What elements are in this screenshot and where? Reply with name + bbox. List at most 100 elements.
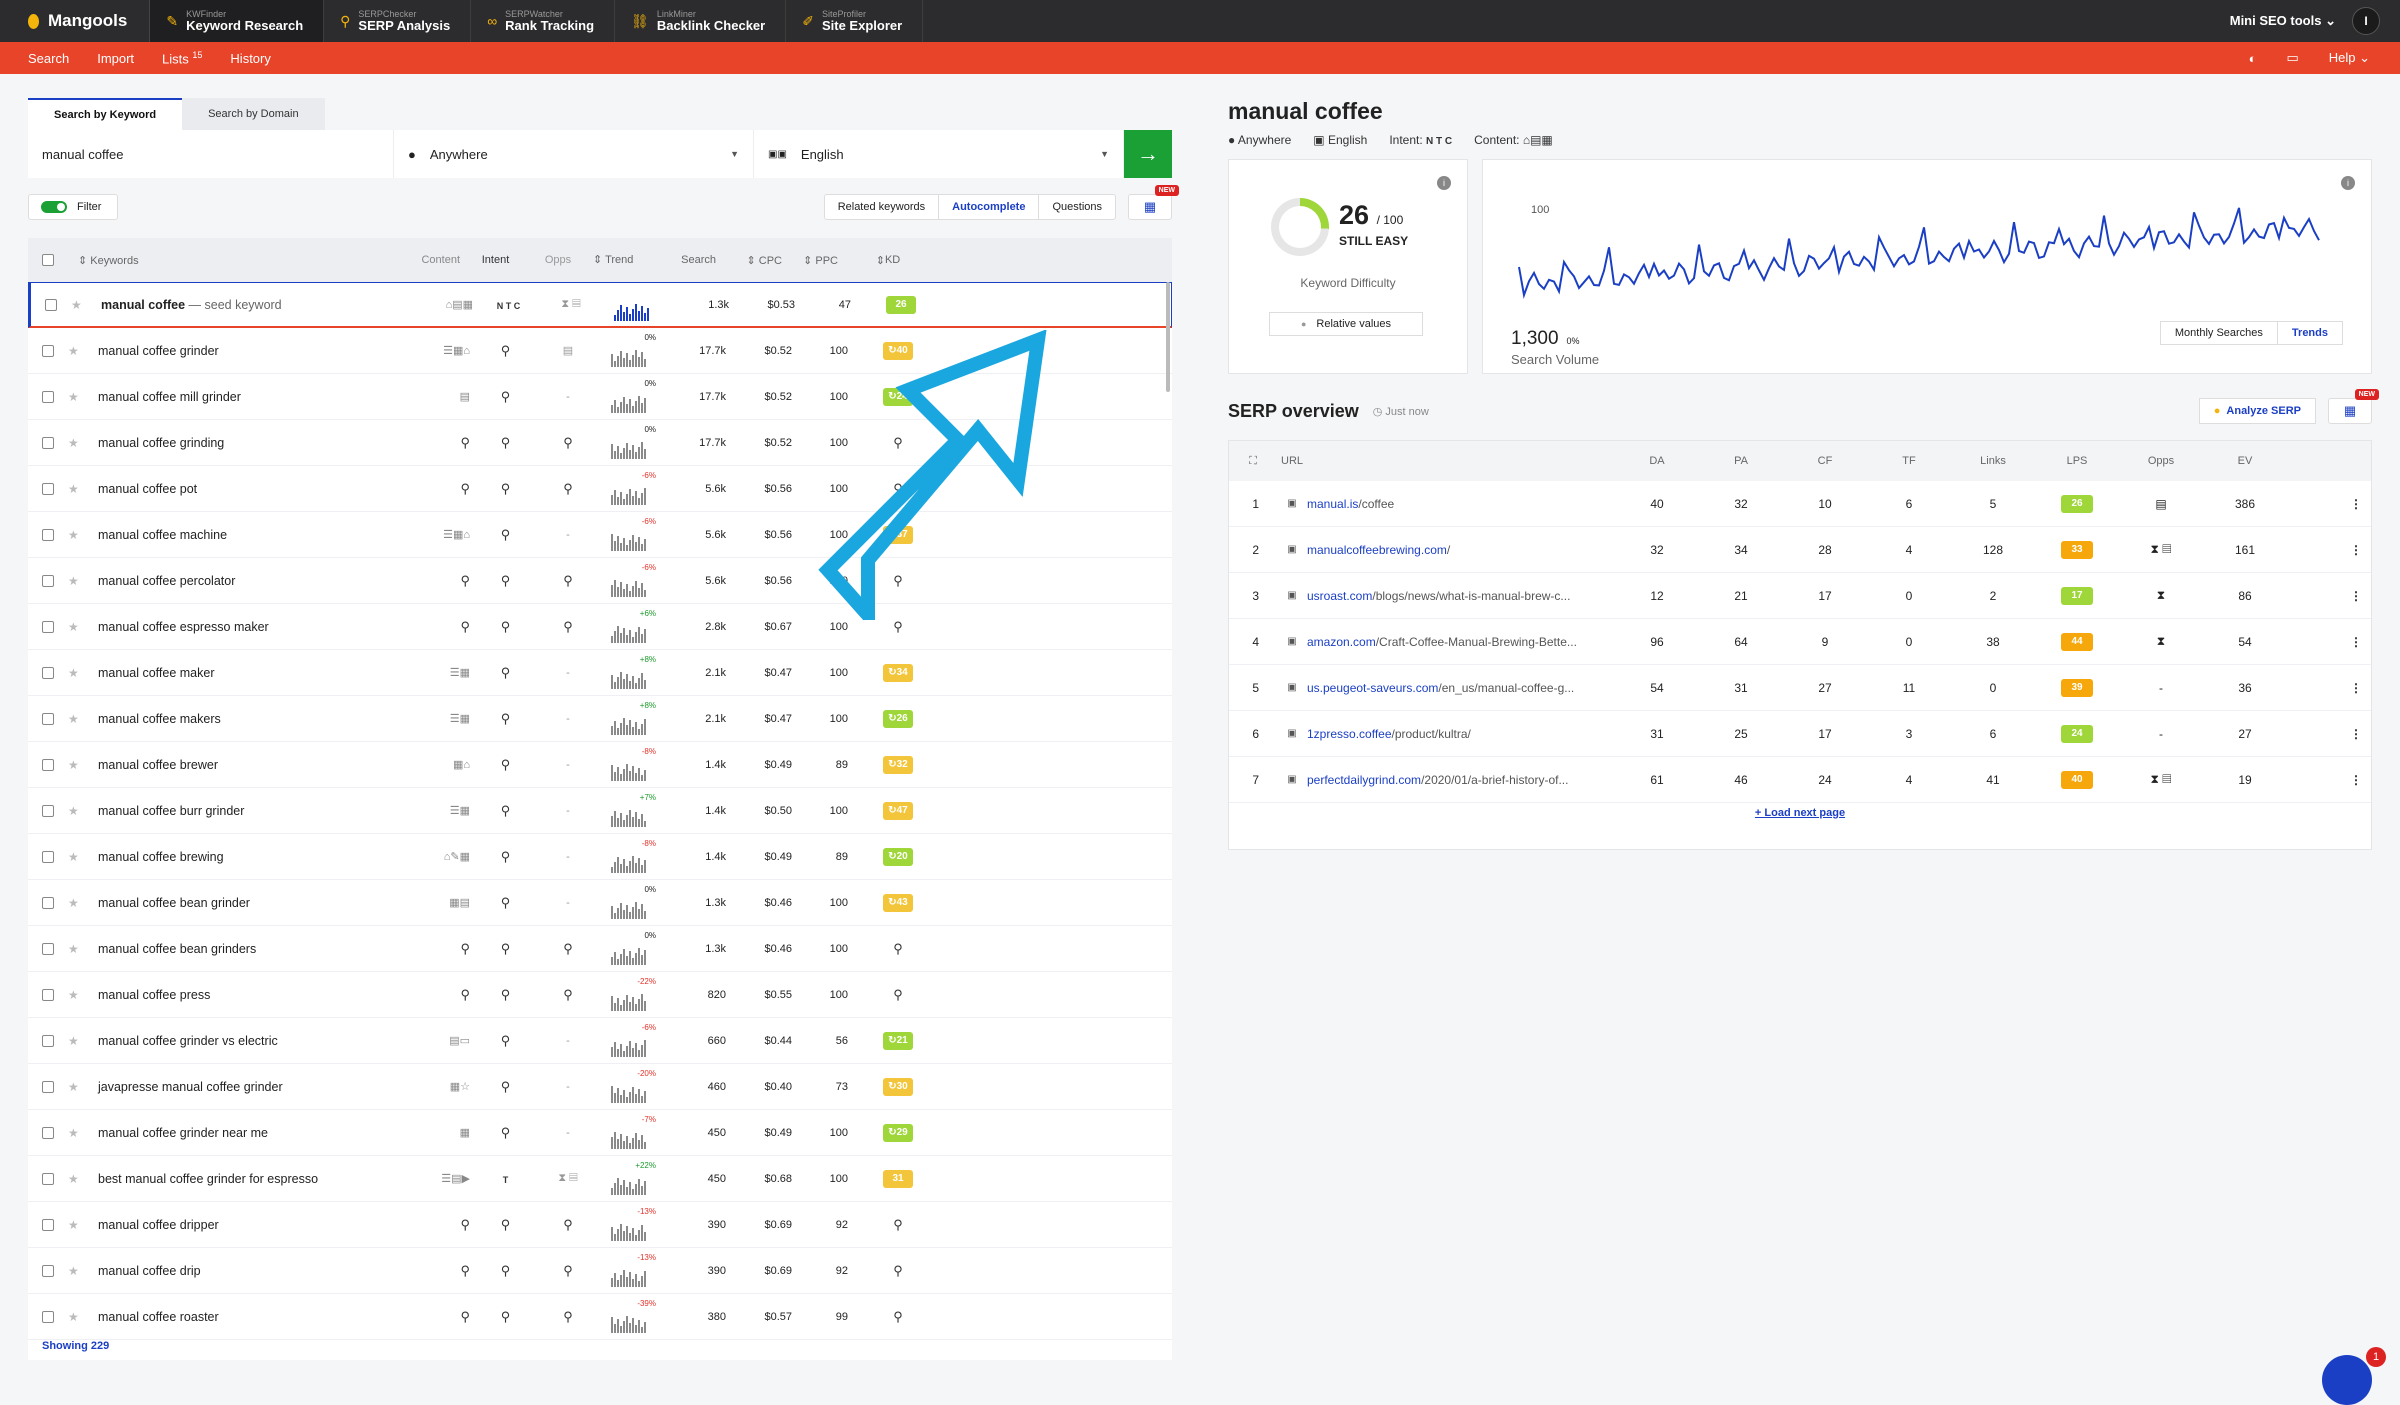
- more-options-icon[interactable]: ⋮: [2341, 497, 2371, 511]
- table-row[interactable]: ★ javapresse manual coffee grinder ▦☆ ⚲ - -20…: [28, 1064, 1172, 1110]
- more-options-icon[interactable]: ⋮: [2341, 635, 2371, 649]
- more-options-icon[interactable]: ⋮: [2341, 727, 2371, 741]
- keyword-cell[interactable]: manual coffee brewer: [88, 758, 388, 772]
- table-row[interactable]: ★ manual coffee pot ⚲ ⚲ ⚲ -6% 5.6k $0.56 100 ⚲: [28, 466, 1172, 512]
- col-opps[interactable]: Opps: [2119, 455, 2203, 467]
- search-icon[interactable]: ⚲: [501, 1033, 511, 1048]
- search-icon[interactable]: ⚲: [501, 619, 511, 634]
- search-icon[interactable]: ⚲: [501, 1079, 511, 1094]
- row-checkbox[interactable]: [42, 482, 54, 495]
- serp-url[interactable]: us.peugeot-saveurs.com/en_us/manual-coff…: [1307, 681, 1615, 695]
- serp-url[interactable]: manualcoffeebrewing.com/: [1307, 543, 1615, 557]
- keyword-cell[interactable]: manual coffee makers: [88, 712, 388, 726]
- keyword-input[interactable]: manual coffee: [28, 130, 394, 178]
- star-icon[interactable]: ★: [68, 850, 88, 864]
- calendar-button[interactable]: ▦ NEW: [1128, 185, 1179, 220]
- search-icon[interactable]: ⚲: [501, 527, 511, 542]
- table-row[interactable]: ★ manual coffee burr grinder ☰▦ ⚲ - +7% 1.4k $0…: [28, 788, 1172, 834]
- table-row[interactable]: ★ manual coffee brewer ▦⌂ ⚲ - -8% 1.4k $0.49 89 ↻…: [28, 742, 1172, 788]
- help-menu[interactable]: Help ⌄: [2329, 50, 2370, 66]
- star-icon[interactable]: ★: [68, 758, 88, 772]
- more-options-icon[interactable]: ⋮: [2341, 589, 2371, 603]
- more-options-icon[interactable]: ⋮: [2341, 773, 2371, 787]
- keyword-cell[interactable]: manual coffee percolator: [88, 574, 388, 588]
- search-icon[interactable]: ⚲: [501, 941, 511, 956]
- serp-row[interactable]: 3 ▣ usroast.com/blogs/news/what-is-manual-…: [1229, 573, 2371, 619]
- star-icon[interactable]: ★: [68, 620, 88, 634]
- search-icon[interactable]: ⚲: [893, 987, 903, 1003]
- col-ppc[interactable]: ⇕ PPC: [782, 254, 838, 267]
- search-icon[interactable]: ⚲: [563, 435, 573, 450]
- search-icon[interactable]: ⚲: [501, 849, 511, 864]
- tab-related-keywords[interactable]: Related keywords: [825, 195, 940, 219]
- tab-trends[interactable]: Trends: [2276, 322, 2342, 344]
- star-icon[interactable]: ★: [68, 1126, 88, 1140]
- col-keywords[interactable]: ⇕ Keywords: [68, 254, 378, 267]
- search-icon[interactable]: ⚲: [563, 481, 573, 496]
- chat-button[interactable]: [2322, 1355, 2372, 1405]
- table-row[interactable]: ★ manual coffee brewing ⌂✎▦ ⚲ - -8% 1.4k $0.49 8…: [28, 834, 1172, 880]
- keyword-cell[interactable]: manual coffee drip: [88, 1264, 388, 1278]
- keyword-cell[interactable]: manual coffee roaster: [88, 1310, 388, 1324]
- row-checkbox[interactable]: [42, 1126, 54, 1139]
- serp-row[interactable]: 1 ▣ manual.is/coffee 40 32 10 6 5 26 ▤ 386 ⋮: [1229, 481, 2371, 527]
- load-next-page-link[interactable]: + Load next page: [1229, 807, 2371, 819]
- search-icon[interactable]: ⚲: [460, 1309, 470, 1324]
- tool-kwfinder[interactable]: ✎ KWFinder Keyword Research: [150, 0, 325, 42]
- star-icon[interactable]: ★: [68, 436, 88, 450]
- search-icon[interactable]: ⚲: [893, 1263, 903, 1279]
- more-options-icon[interactable]: ⋮: [2341, 681, 2371, 695]
- search-icon[interactable]: ⚲: [893, 435, 903, 451]
- search-icon[interactable]: ⚲: [893, 619, 903, 635]
- keyword-cell[interactable]: manual coffee grinder: [88, 344, 388, 358]
- search-icon[interactable]: ⚲: [501, 987, 511, 1002]
- row-checkbox[interactable]: [42, 1264, 54, 1277]
- star-icon[interactable]: ★: [68, 942, 88, 956]
- dark-mode-icon[interactable]: ◐: [2249, 51, 2257, 66]
- table-row[interactable]: ★ manual coffee dripper ⚲ ⚲ ⚲ -13% 390 $0.69 92 ⚲: [28, 1202, 1172, 1248]
- search-icon[interactable]: ⚲: [501, 1263, 511, 1278]
- table-row[interactable]: ★ manual coffee drip ⚲ ⚲ ⚲ -13% 390 $0.69 92 ⚲: [28, 1248, 1172, 1294]
- col-cpc[interactable]: ⇕ CPC: [716, 254, 782, 267]
- keyword-cell[interactable]: manual coffee press: [88, 988, 388, 1002]
- avatar[interactable]: I: [2352, 7, 2380, 35]
- info-icon[interactable]: i: [1437, 176, 1451, 190]
- star-icon[interactable]: ★: [68, 1264, 88, 1278]
- search-icon[interactable]: ⚲: [501, 803, 511, 818]
- col-kd[interactable]: ⇕ KD: [838, 254, 938, 267]
- search-icon[interactable]: ⚲: [501, 1125, 511, 1140]
- expand-icon[interactable]: ⛶: [1229, 455, 1277, 468]
- table-row[interactable]: ★ manual coffee press ⚲ ⚲ ⚲ -22% 820 $0.55 100 ⚲: [28, 972, 1172, 1018]
- search-icon[interactable]: ⚲: [501, 481, 511, 496]
- row-checkbox[interactable]: [42, 1172, 54, 1185]
- keyword-cell[interactable]: manual coffee machine: [88, 528, 388, 542]
- keyword-cell[interactable]: manual coffee dripper: [88, 1218, 388, 1232]
- serp-url[interactable]: perfectdailygrind.com/2020/01/a-brief-hi…: [1307, 773, 1615, 787]
- tab-questions[interactable]: Questions: [1039, 195, 1115, 219]
- star-icon[interactable]: ★: [68, 988, 88, 1002]
- col-search[interactable]: Search: [648, 254, 716, 266]
- serp-row[interactable]: 7 ▣ perfectdailygrind.com/2020/01/a-brief-…: [1229, 757, 2371, 803]
- keyword-cell[interactable]: manual coffee maker: [88, 666, 388, 680]
- keyword-cell[interactable]: manual coffee pot: [88, 482, 388, 496]
- star-icon[interactable]: ★: [71, 298, 91, 312]
- search-icon[interactable]: ⚲: [460, 941, 470, 956]
- row-checkbox[interactable]: [42, 988, 54, 1001]
- mini-seo-tools-menu[interactable]: Mini SEO tools ⌄: [2230, 13, 2336, 29]
- search-icon[interactable]: ⚲: [501, 343, 511, 358]
- table-row[interactable]: ★ manual coffee roaster ⚲ ⚲ ⚲ -39% 380 $0.57 99 ⚲: [28, 1294, 1172, 1340]
- star-icon[interactable]: ★: [68, 1080, 88, 1094]
- language-select[interactable]: ▣▣ English ▼: [754, 130, 1124, 178]
- search-icon[interactable]: ⚲: [501, 389, 511, 404]
- table-row[interactable]: ★ manual coffee grinder ☰▦⌂ ⚲ ▤ 0% 17.7k $0.52 1…: [28, 328, 1172, 374]
- keyword-cell[interactable]: manual coffee grinder vs electric: [88, 1034, 388, 1048]
- search-icon[interactable]: ⚲: [501, 757, 511, 772]
- star-icon[interactable]: ★: [68, 804, 88, 818]
- search-icon[interactable]: ⚲: [563, 1263, 573, 1278]
- search-icon[interactable]: ⚲: [893, 573, 903, 589]
- star-icon[interactable]: ★: [68, 344, 88, 358]
- col-tf[interactable]: TF: [1867, 455, 1951, 467]
- search-icon[interactable]: ⚲: [893, 1309, 903, 1325]
- star-icon[interactable]: ★: [68, 896, 88, 910]
- star-icon[interactable]: ★: [68, 1172, 88, 1186]
